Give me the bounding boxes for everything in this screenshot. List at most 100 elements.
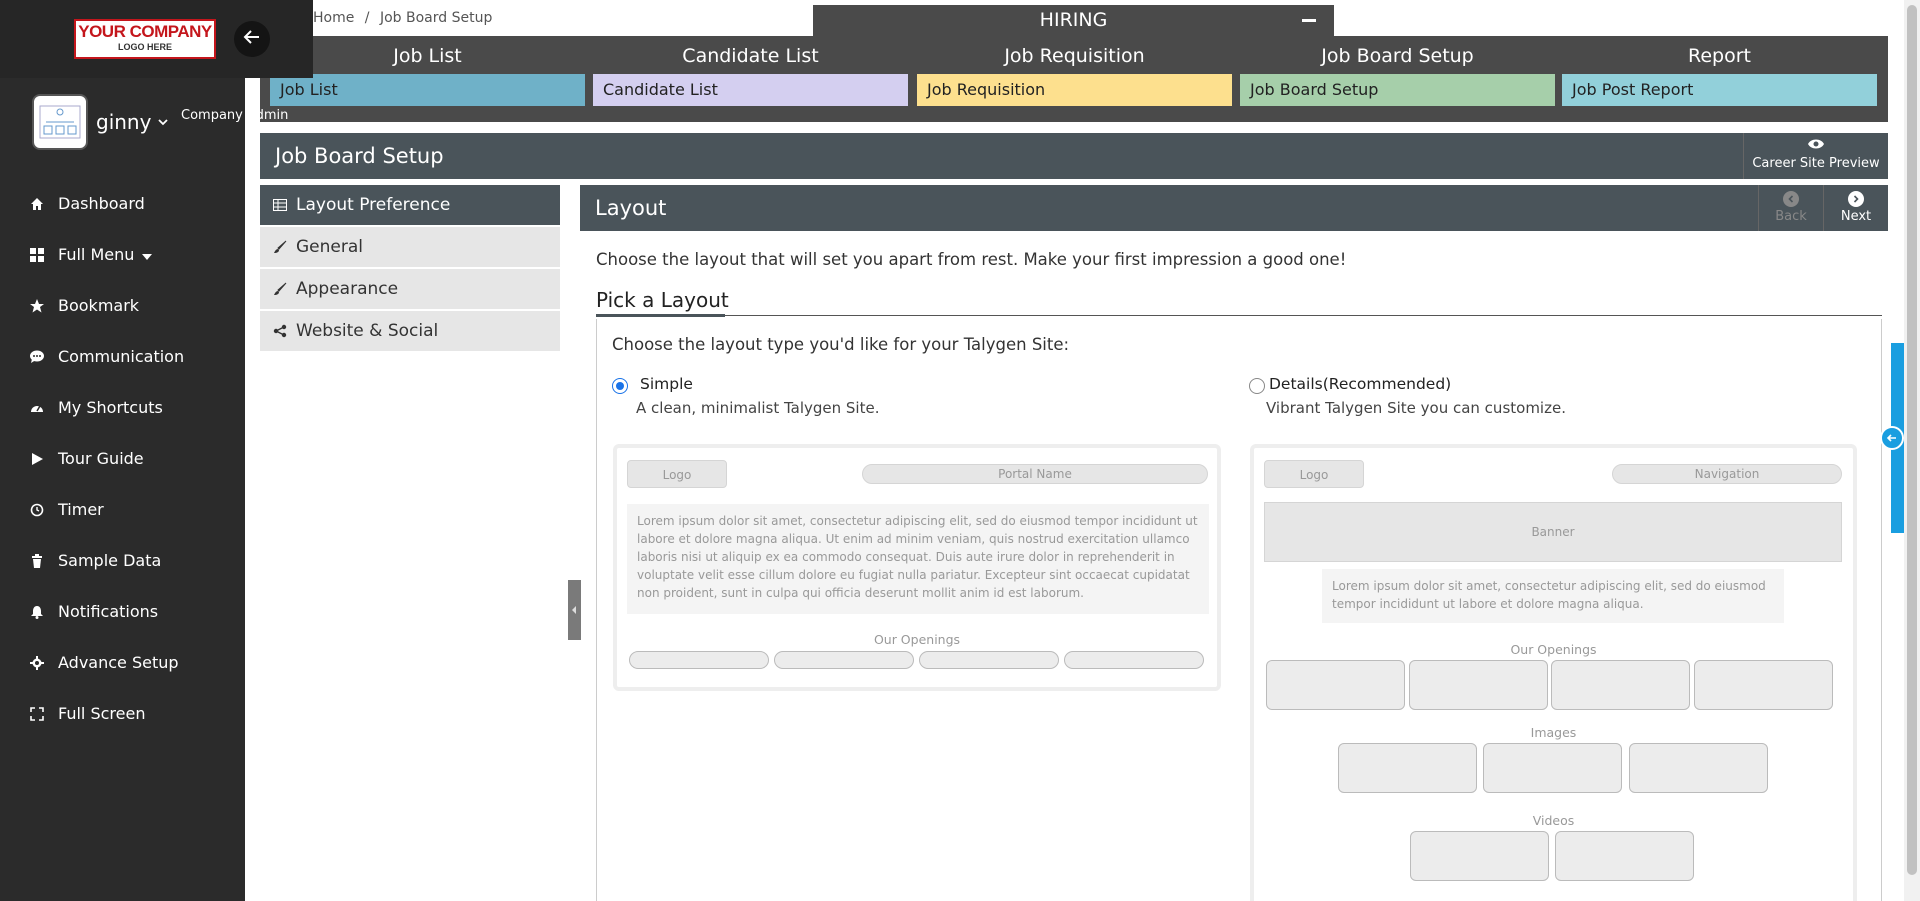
page-scrollbar[interactable]: [1904, 0, 1920, 901]
module-candidate-list: Candidate List Candidate List: [593, 36, 908, 106]
star-icon: [28, 297, 46, 315]
opening-placeholder: [1694, 660, 1833, 710]
sidebar-item-label: Advance Setup: [58, 653, 179, 672]
sidebar-item-sample-data[interactable]: Sample Data: [0, 535, 245, 586]
preview-images-label: Images: [1530, 725, 1577, 740]
opening-placeholder: [1551, 660, 1690, 710]
layout-intro-text: Choose the layout that will set you apar…: [596, 250, 1347, 269]
menu-item-label: Appearance: [296, 279, 399, 299]
user-profile[interactable]: ginny: [32, 92, 169, 152]
option-title: Simple: [640, 375, 693, 393]
heading-divider: [596, 315, 1882, 316]
sidebar-item-my-shortcuts[interactable]: My Shortcuts: [0, 382, 245, 433]
module-link[interactable]: Job List: [270, 74, 585, 106]
module-title[interactable]: Report: [1562, 36, 1877, 74]
chevron-down-icon[interactable]: [157, 113, 169, 132]
module-link[interactable]: Job Board Setup: [1240, 74, 1555, 106]
share-icon: [272, 323, 288, 339]
caret-down-icon: [142, 245, 153, 264]
menu-item-appearance[interactable]: Appearance: [260, 269, 560, 309]
option-description: Vibrant Talygen Site you can customize.: [1266, 399, 1566, 417]
expand-icon: [28, 705, 46, 723]
career-site-preview-button[interactable]: Career Site Preview: [1743, 133, 1888, 179]
breadcrumb-home[interactable]: Home: [313, 10, 354, 26]
opening-placeholder: [629, 651, 769, 669]
preview-lorem-text: Lorem ipsum dolor sit amet, consectetur …: [1322, 569, 1784, 623]
side-panel-toggle[interactable]: [1880, 426, 1904, 450]
sidebar-item-label: Full Menu: [58, 245, 135, 264]
avatar[interactable]: [32, 94, 88, 150]
sidebar-item-label: Sample Data: [58, 551, 162, 570]
sidebar-item-bookmark[interactable]: Bookmark: [0, 280, 245, 331]
layout-panel: Layout Back Next Choose the layout that …: [580, 185, 1888, 901]
collapse-sidebar-button[interactable]: [234, 21, 270, 57]
next-label: Next: [1840, 209, 1872, 224]
module-link[interactable]: Job Requisition: [917, 74, 1232, 106]
opening-placeholder: [1409, 660, 1548, 710]
breadcrumb-current: Job Board Setup: [379, 10, 493, 26]
preview-logo: Logo: [627, 460, 727, 488]
logo-line-2: LOGO HERE: [117, 42, 172, 52]
sidebar: ginny Company Admin Dashboard Full Menu …: [0, 0, 288, 901]
back-label: Back: [1775, 209, 1807, 224]
company-logo[interactable]: YOUR COMPANY LOGO HERE: [74, 19, 216, 59]
user-role: Company Admin: [181, 108, 289, 123]
sidebar-item-tour-guide[interactable]: Tour Guide: [0, 433, 245, 484]
brush-icon: [272, 239, 288, 255]
sidebar-nav: Dashboard Full Menu Bookmark Communicati…: [0, 178, 245, 739]
module-job-requisition: Job Requisition Job Requisition: [917, 36, 1232, 106]
details-radio[interactable]: [1249, 378, 1265, 394]
eye-icon: [1744, 138, 1888, 156]
layout-title: Layout: [595, 196, 667, 220]
video-placeholder: [1555, 831, 1694, 881]
home-icon: [28, 195, 46, 213]
sidebar-item-label: Tour Guide: [58, 449, 144, 468]
bell-icon: [28, 603, 46, 621]
sidebar-item-advance-setup[interactable]: Advance Setup: [0, 637, 245, 688]
sidebar-item-notifications[interactable]: Notifications: [0, 586, 245, 637]
menu-item-layout-preference[interactable]: Layout Preference: [260, 185, 560, 225]
preview-banner: Banner: [1264, 502, 1842, 562]
page-title-bar: Job Board Setup Career Site Preview: [260, 133, 1888, 179]
sidebar-item-full-menu[interactable]: Full Menu: [0, 229, 245, 280]
gear-icon: [28, 654, 46, 672]
module-link[interactable]: Candidate List: [593, 74, 908, 106]
module-link[interactable]: Job Post Report: [1562, 74, 1877, 106]
hiring-tab[interactable]: HIRING: [813, 5, 1334, 36]
back-button[interactable]: Back: [1758, 185, 1823, 231]
sidebar-item-timer[interactable]: Timer: [0, 484, 245, 535]
breadcrumb: Home / Job Board Setup: [313, 10, 492, 26]
menu-item-label: General: [296, 237, 363, 257]
details-layout-preview[interactable]: Logo Navigation Banner Lorem ipsum dolor…: [1250, 444, 1857, 901]
module-title[interactable]: Job Requisition: [917, 36, 1232, 74]
simple-radio[interactable]: [612, 378, 628, 394]
preview-videos-label: Videos: [1532, 813, 1575, 828]
preview-logo: Logo: [1264, 460, 1364, 488]
simple-layout-preview[interactable]: Logo Portal Name Lorem ipsum dolor sit a…: [613, 444, 1221, 691]
speedometer-icon: [28, 399, 46, 417]
logo-line-1: YOUR COMPANY: [78, 22, 212, 41]
module-job-board-setup: Job Board Setup Job Board Setup: [1240, 36, 1555, 106]
module-title[interactable]: Job List: [270, 36, 585, 74]
module-title[interactable]: Job Board Setup: [1240, 36, 1555, 74]
minimize-icon[interactable]: [1302, 19, 1316, 22]
arrow-left-icon: [243, 28, 261, 50]
module-title[interactable]: Candidate List: [593, 36, 908, 74]
preview-navigation: Navigation: [1612, 464, 1842, 484]
menu-item-general[interactable]: General: [260, 227, 560, 267]
option-title: Details(Recommended): [1269, 375, 1452, 393]
menu-item-website-social[interactable]: Website & Social: [260, 311, 560, 351]
video-placeholder: [1410, 831, 1549, 881]
layout-header: Layout Back Next: [580, 185, 1888, 231]
sidebar-item-dashboard[interactable]: Dashboard: [0, 178, 245, 229]
sidebar-item-label: Timer: [58, 500, 104, 519]
user-name[interactable]: ginny: [96, 110, 151, 134]
next-button[interactable]: Next: [1823, 185, 1888, 231]
sidebar-item-label: Notifications: [58, 602, 159, 621]
module-bar: Job List Job List Candidate List Candida…: [260, 36, 1888, 122]
sidebar-item-full-screen[interactable]: Full Screen: [0, 688, 245, 739]
chevron-left-icon: [1783, 191, 1799, 207]
scrollbar-thumb[interactable]: [1907, 5, 1917, 875]
opening-placeholder: [1064, 651, 1204, 669]
sidebar-item-communication[interactable]: Communication: [0, 331, 245, 382]
